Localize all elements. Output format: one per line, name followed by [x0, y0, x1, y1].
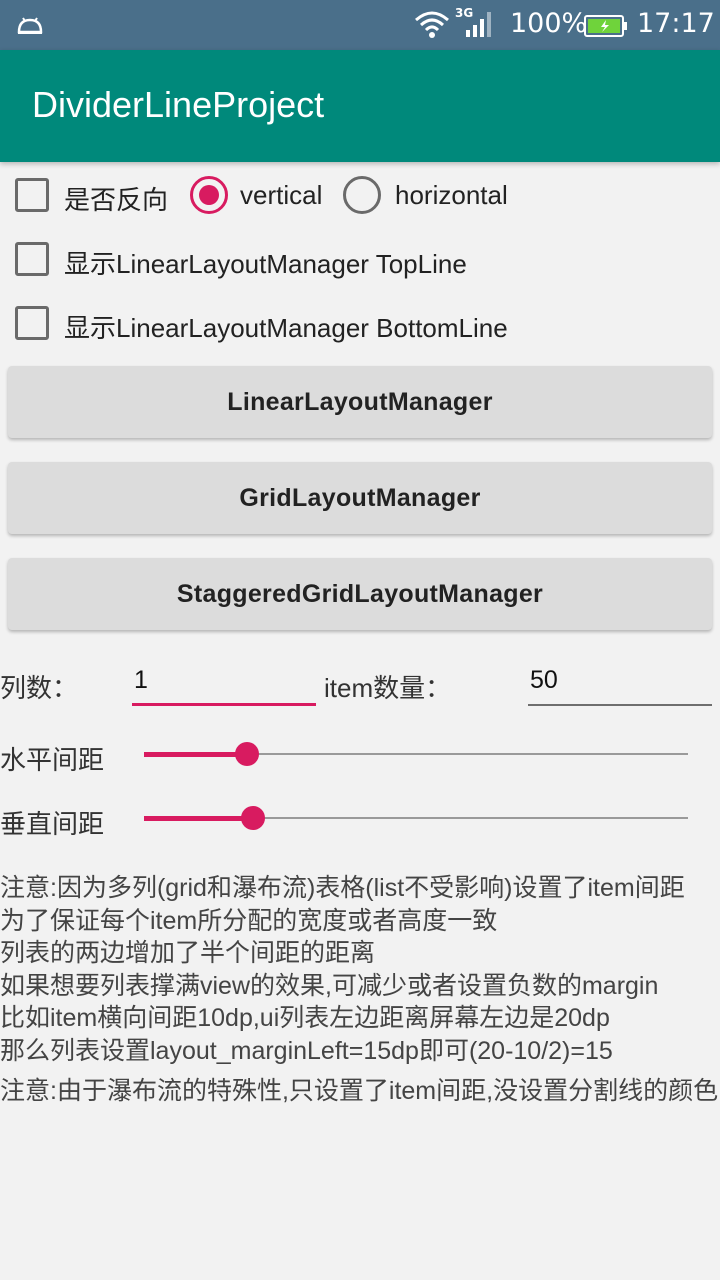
horizontal-spacing-thumb[interactable] [235, 742, 259, 766]
note-line: 列表的两边增加了半个间距的距离 [0, 939, 376, 967]
vertical-radio[interactable] [190, 176, 228, 214]
note-line: 注意:由于瀑布流的特殊性,只设置了item间距,没设置分割线的颜色 [0, 1077, 719, 1105]
battery-percent: 100% [510, 8, 588, 39]
vertical-spacing-label: 垂直间距 [0, 809, 105, 839]
item-count-label: item数量： [324, 673, 452, 703]
android-icon [17, 17, 43, 34]
reverse-checkbox[interactable] [15, 178, 49, 212]
linear-layout-button[interactable]: LinearLayoutManager [8, 366, 712, 438]
note-line: 注意:因为多列(grid和瀑布流)表格(list不受影响)设置了item间距 [0, 874, 685, 902]
reverse-label: 是否反向 [64, 185, 169, 215]
horizontal-spacing-slider[interactable] [144, 742, 688, 766]
app-title: DividerLineProject [32, 84, 325, 125]
top-line-label: 显示LinearLayoutManager TopLine [64, 249, 467, 279]
notes: 注意:因为多列(grid和瀑布流)表格(list不受影响)设置了item间距 为… [0, 872, 720, 1108]
item-count-input[interactable]: 50 [528, 660, 712, 706]
staggered-grid-button[interactable]: StaggeredGridLayoutManager [8, 558, 712, 630]
wifi-icon [415, 11, 449, 38]
app-bar: DividerLineProject [0, 50, 720, 162]
horizontal-radio[interactable] [343, 176, 381, 214]
bottom-line-checkbox[interactable] [15, 306, 49, 340]
status-bar: 3G 100% 17:17 [0, 0, 720, 50]
note-line: 比如item横向间距10dp,ui列表左边距离屏幕左边是20dp [0, 1004, 610, 1032]
grid-layout-button[interactable]: GridLayoutManager [8, 462, 712, 534]
top-line-checkbox[interactable] [15, 242, 49, 276]
note-line: 如果想要列表撑满view的效果,可减少或者设置负数的margin [0, 971, 659, 1000]
horizontal-radio-label[interactable]: horizontal [395, 180, 508, 211]
columns-input[interactable]: 1 [132, 660, 316, 706]
columns-label: 列数： [0, 673, 79, 703]
vertical-spacing-fill [144, 816, 253, 821]
vertical-spacing-slider[interactable] [144, 806, 688, 830]
bottom-line-label: 显示LinearLayoutManager BottomLine [64, 313, 508, 343]
note-line: 那么列表设置layout_marginLeft=15dp即可(20-10/2)=… [0, 1036, 613, 1065]
signal-icon [466, 12, 491, 37]
note-line: 为了保证每个item所分配的宽度或者高度一致 [0, 906, 498, 935]
clock: 17:17 [637, 8, 715, 39]
battery-icon [584, 15, 627, 37]
vertical-spacing-thumb[interactable] [241, 806, 265, 830]
horizontal-spacing-label: 水平间距 [0, 745, 105, 775]
horizontal-spacing-fill [144, 752, 247, 757]
vertical-radio-label[interactable]: vertical [240, 180, 322, 211]
